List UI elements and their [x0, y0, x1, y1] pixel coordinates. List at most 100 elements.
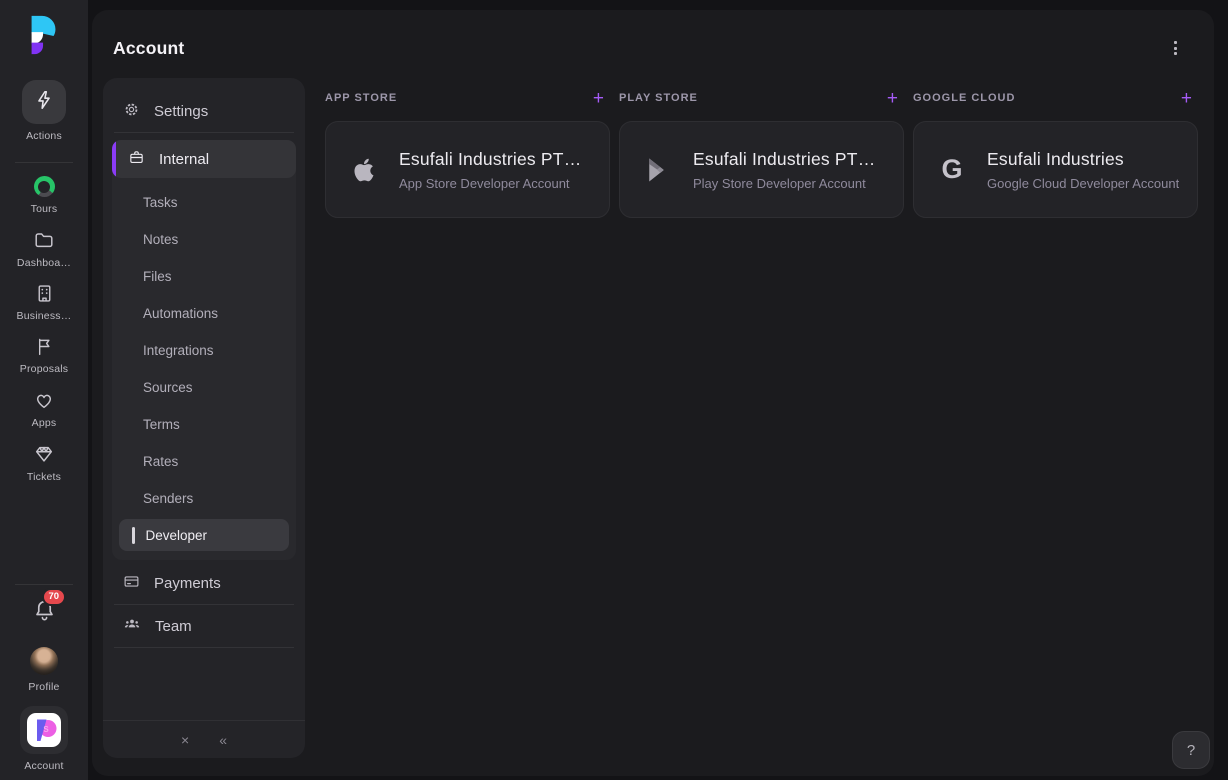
play-store-icon [641, 155, 675, 185]
tours-ring-icon [34, 176, 55, 197]
account-logo-icon: S [27, 713, 61, 747]
nav-subitem-terms[interactable]: Terms [112, 406, 296, 443]
sidebar-item-profile[interactable]: Profile [28, 647, 59, 693]
nav-divider [114, 647, 294, 648]
nav-close-button[interactable]: × [181, 733, 189, 747]
plus-icon: + [887, 88, 898, 109]
sidebar-item-label: Actions [26, 130, 62, 142]
heart-icon [33, 389, 55, 411]
kebab-icon [1174, 41, 1177, 44]
nav-subitem-sources[interactable]: Sources [112, 369, 296, 406]
card-subtitle: Play Store Developer Account [693, 176, 885, 191]
flag-icon [34, 336, 55, 357]
sidebar-item-businesses[interactable]: Business… [17, 283, 72, 322]
nav-item-payments[interactable]: Payments [103, 564, 305, 602]
actions-button[interactable] [22, 80, 66, 124]
developer-selected-bar [132, 527, 135, 544]
nav-subitem-label: Developer [146, 528, 208, 543]
brand-logo-icon[interactable] [28, 14, 60, 56]
play-store-account-card[interactable]: Esufali Industries PTY L… Play Store Dev… [619, 121, 904, 218]
internal-sublist: Tasks Notes Files Automations Integratio… [112, 178, 296, 517]
card-subtitle: App Store Developer Account [399, 176, 591, 191]
section-google-cloud: GOOGLE CLOUD + G Esufali Industries Goog… [913, 86, 1198, 218]
card-text: Esufali Industries PTY L… Play Store Dev… [693, 149, 885, 191]
question-mark-icon: ? [1187, 742, 1195, 759]
notifications-button[interactable]: 70 [32, 597, 57, 627]
nav-collapse-button[interactable]: « [219, 733, 227, 747]
section-label: PLAY STORE [619, 92, 698, 104]
svg-text:S: S [43, 725, 49, 734]
nav-subitem-notes[interactable]: Notes [112, 221, 296, 258]
sidebar-divider [15, 162, 73, 163]
ticket-icon [33, 443, 55, 465]
card-text: Esufali Industries PTY LT… App Store Dev… [399, 149, 591, 191]
sidebar-item-apps[interactable]: Apps [32, 389, 57, 429]
nav-subitem-label: Tasks [143, 195, 178, 210]
lightning-icon [33, 89, 55, 116]
gear-icon [123, 101, 140, 122]
app-store-account-card[interactable]: Esufali Industries PTY LT… App Store Dev… [325, 121, 610, 218]
plus-icon: + [1181, 88, 1192, 109]
card-subtitle: Google Cloud Developer Account [987, 176, 1179, 191]
settings-subnav: Settings Internal Tasks Notes [103, 78, 305, 758]
developer-accounts-content: APP STORE + Esufali Industries PTY LT… A… [325, 86, 1198, 218]
profile-avatar [30, 647, 58, 675]
nav-item-developer[interactable]: Developer [119, 519, 289, 551]
internal-selected-bar [112, 140, 116, 178]
nav-subitem-automations[interactable]: Automations [112, 295, 296, 332]
app-sidebar: Actions Tours Dashboa… Busin [0, 0, 88, 780]
section-header: APP STORE + [325, 86, 610, 110]
nav-item-label: Internal [159, 151, 209, 168]
sidebar-item-label: Account [24, 760, 63, 772]
sidebar-item-label: Dashboa… [17, 257, 71, 269]
sidebar-item-account[interactable]: S Account [20, 706, 68, 772]
app-window: Actions Tours Dashboa… Busin [0, 0, 1228, 780]
nav-item-label: Payments [154, 575, 221, 592]
section-play-store: PLAY STORE + Esufali Industries PTY L… P… [619, 86, 904, 218]
sidebar-item-dashboards[interactable]: Dashboa… [17, 229, 71, 269]
nav-subitem-files[interactable]: Files [112, 258, 296, 295]
sidebar-item-tickets[interactable]: Tickets [27, 443, 61, 483]
nav-subitem-label: Senders [143, 491, 193, 506]
team-icon [123, 615, 141, 637]
section-header: PLAY STORE + [619, 86, 904, 110]
close-icon: × [181, 732, 189, 748]
google-cloud-account-card[interactable]: G Esufali Industries Google Cloud Develo… [913, 121, 1198, 218]
nav-subitem-senders[interactable]: Senders [112, 480, 296, 517]
card-text: Esufali Industries Google Cloud Develope… [987, 149, 1179, 191]
google-g-icon: G [935, 156, 969, 183]
chevrons-left-icon: « [219, 732, 227, 748]
sidebar-item-proposals[interactable]: Proposals [20, 336, 69, 375]
sidebar-item-label: Profile [28, 681, 59, 693]
nav-subitem-label: Integrations [143, 343, 214, 358]
add-google-cloud-account-button[interactable]: + [1179, 89, 1194, 108]
building-icon [34, 283, 55, 304]
nav-subitem-label: Files [143, 269, 172, 284]
internal-section: Internal Tasks Notes Files Automations I… [112, 140, 296, 560]
sidebar-item-actions[interactable]: Actions [22, 80, 66, 142]
sidebar-item-tours[interactable]: Tours [31, 176, 58, 215]
nav-subitem-label: Automations [143, 306, 218, 321]
section-app-store: APP STORE + Esufali Industries PTY LT… A… [325, 86, 610, 218]
main-panel: Account Settings [92, 10, 1214, 776]
nav-item-settings[interactable]: Settings [103, 92, 305, 130]
nav-item-internal[interactable]: Internal [112, 140, 296, 178]
nav-subitem-rates[interactable]: Rates [112, 443, 296, 480]
card-title: Esufali Industries [987, 149, 1179, 170]
help-button[interactable]: ? [1172, 731, 1210, 769]
nav-divider [114, 604, 294, 605]
nav-subitem-tasks[interactable]: Tasks [112, 184, 296, 221]
nav-divider [114, 132, 294, 133]
sidebar-item-label: Tickets [27, 471, 61, 483]
card-title: Esufali Industries PTY LT… [399, 149, 591, 170]
notification-badge: 70 [42, 588, 67, 606]
add-app-store-account-button[interactable]: + [591, 89, 606, 108]
nav-subitem-integrations[interactable]: Integrations [112, 332, 296, 369]
section-header: GOOGLE CLOUD + [913, 86, 1198, 110]
more-options-button[interactable] [1168, 38, 1182, 58]
nav-item-team[interactable]: Team [103, 607, 305, 645]
plus-icon: + [593, 88, 604, 109]
nav-subitem-label: Terms [143, 417, 180, 432]
add-play-store-account-button[interactable]: + [885, 89, 900, 108]
folder-icon [33, 229, 55, 251]
